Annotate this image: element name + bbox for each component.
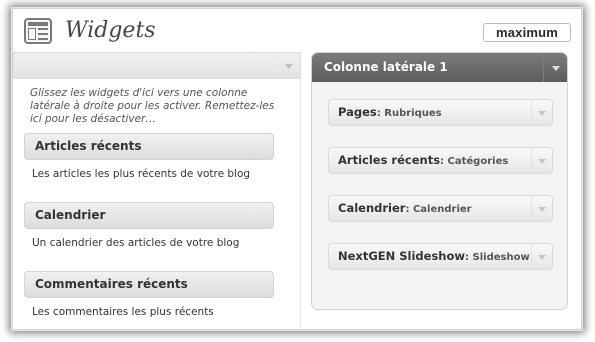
page-title: Widgets: [65, 18, 156, 43]
maximum-logo: maximum: [483, 23, 571, 42]
chevron-down-icon: [538, 110, 546, 116]
available-widget-description: Les articles les plus récents de votre b…: [32, 168, 251, 180]
widget-name: Pages: [338, 105, 377, 119]
chevron-down-icon: [284, 63, 293, 69]
widget-expand-toggle[interactable]: [531, 100, 552, 125]
chevron-down-icon: [551, 65, 560, 71]
widget-name: Articles récents: [338, 153, 441, 167]
widget-expand-toggle[interactable]: [531, 244, 552, 269]
available-widget-articles-recents[interactable]: Articles récents: [24, 133, 274, 160]
available-widget-description: Un calendrier des articles de votre blog: [32, 237, 240, 249]
available-widgets-help: Glissez les widgets d'ici vers une colon…: [30, 87, 275, 125]
sidebar-toggle[interactable]: [543, 53, 567, 82]
widget-name: NextGEN Slideshow: [338, 249, 466, 263]
chevron-down-icon: [538, 158, 546, 164]
available-widget-calendrier[interactable]: Calendrier: [24, 202, 274, 229]
column-divider: [300, 79, 301, 329]
widget-expand-toggle[interactable]: [531, 148, 552, 173]
available-widget-description: Les commentaires les plus récents: [32, 306, 214, 318]
sidebar-widget-nextgen-slideshow[interactable]: NextGEN Slideshow: Slideshow: [328, 243, 553, 270]
widget-instance: Catégories: [447, 156, 509, 167]
widget-instance: Slideshow: [472, 252, 530, 263]
widget-instance: Rubriques: [384, 108, 442, 119]
chevron-down-icon: [538, 254, 546, 260]
sidebar-widget-pages[interactable]: Pages: Rubriques: [328, 99, 553, 126]
widget-instance: Calendrier: [412, 204, 472, 215]
sidebar-title: Colonne latérale 1: [324, 60, 448, 74]
widgets-panel: Widgets maximum Glissez les widgets d'ic…: [12, 8, 582, 330]
available-widgets-bar[interactable]: [13, 52, 301, 79]
available-widget-commentaires-recents[interactable]: Commentaires récents: [24, 271, 274, 298]
sidebar-widget-calendrier[interactable]: Calendrier: Calendrier: [328, 195, 553, 222]
chevron-down-icon: [538, 206, 546, 212]
sidebar-header[interactable]: Colonne latérale 1: [312, 53, 567, 82]
available-widgets-toggle[interactable]: [276, 53, 300, 78]
widget-name: Calendrier: [338, 201, 406, 215]
sidebar-colonne-laterale-1: Colonne latérale 1 Pages: Rubriques Arti…: [311, 52, 568, 310]
page-header: Widgets maximum: [13, 9, 581, 53]
widgets-icon: [24, 18, 52, 44]
widget-expand-toggle[interactable]: [531, 196, 552, 221]
sidebar-widget-articles-recents[interactable]: Articles récents: Catégories: [328, 147, 553, 174]
